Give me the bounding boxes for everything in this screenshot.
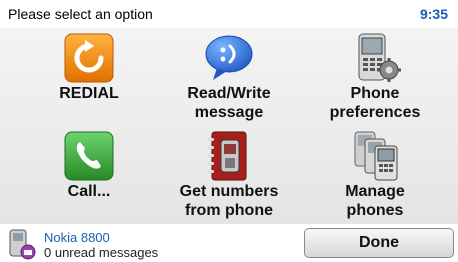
get-numbers-button[interactable]: Get numbers from phone [154,126,304,224]
get-numbers-label-line2: from phone [185,202,273,219]
manage-phones-label: Manage phones [300,182,450,220]
get-numbers-label-line1: Get numbers [179,183,279,200]
get-numbers-label: Get numbers from phone [154,182,304,220]
unread-messages-status: 0 unread messages [44,245,159,260]
read-write-message-label: Read/Write message [154,84,304,122]
prompt-text: Please select an option [8,6,153,22]
call-label: Call... [14,182,164,201]
redial-label: REDIAL [14,84,164,103]
redial-button[interactable]: REDIAL [14,28,164,126]
footer-bar: Nokia 8800 0 unread messages Done [0,224,458,262]
phone-preferences-button[interactable]: Phone preferences [300,28,450,126]
call-handset-icon [64,131,114,181]
manage-phones-button[interactable]: Manage phones [300,126,450,224]
multiple-phones-icon [354,131,398,181]
redial-icon [64,33,114,83]
phone-preferences-label-line2: preferences [329,104,421,121]
read-write-message-button[interactable]: Read/Write message [154,28,304,126]
phone-settings-icon [358,33,401,82]
device-name: Nokia 8800 [44,230,110,245]
phonebook-icon [208,131,247,181]
phone-preferences-label: Phone preferences [300,84,450,122]
message-bubble-icon [205,35,253,80]
call-button[interactable]: Call... [14,126,164,224]
options-grid: REDIAL Read/Write message Phone preferen… [0,28,458,224]
done-button[interactable]: Done [304,228,454,258]
clock: 9:35 [419,6,448,22]
call-label-line1: Call... [67,183,111,200]
read-write-message-label-line1: Read/Write [187,85,271,102]
connected-phone-icon [9,229,36,260]
redial-label-line1: REDIAL [59,85,119,102]
phone-preferences-label-line1: Phone [350,85,400,102]
header-bar: Please select an option 9:35 [0,0,458,28]
read-write-message-label-line2: message [194,104,264,121]
manage-phones-label-line2: phones [346,202,404,219]
manage-phones-label-line1: Manage [345,183,405,200]
